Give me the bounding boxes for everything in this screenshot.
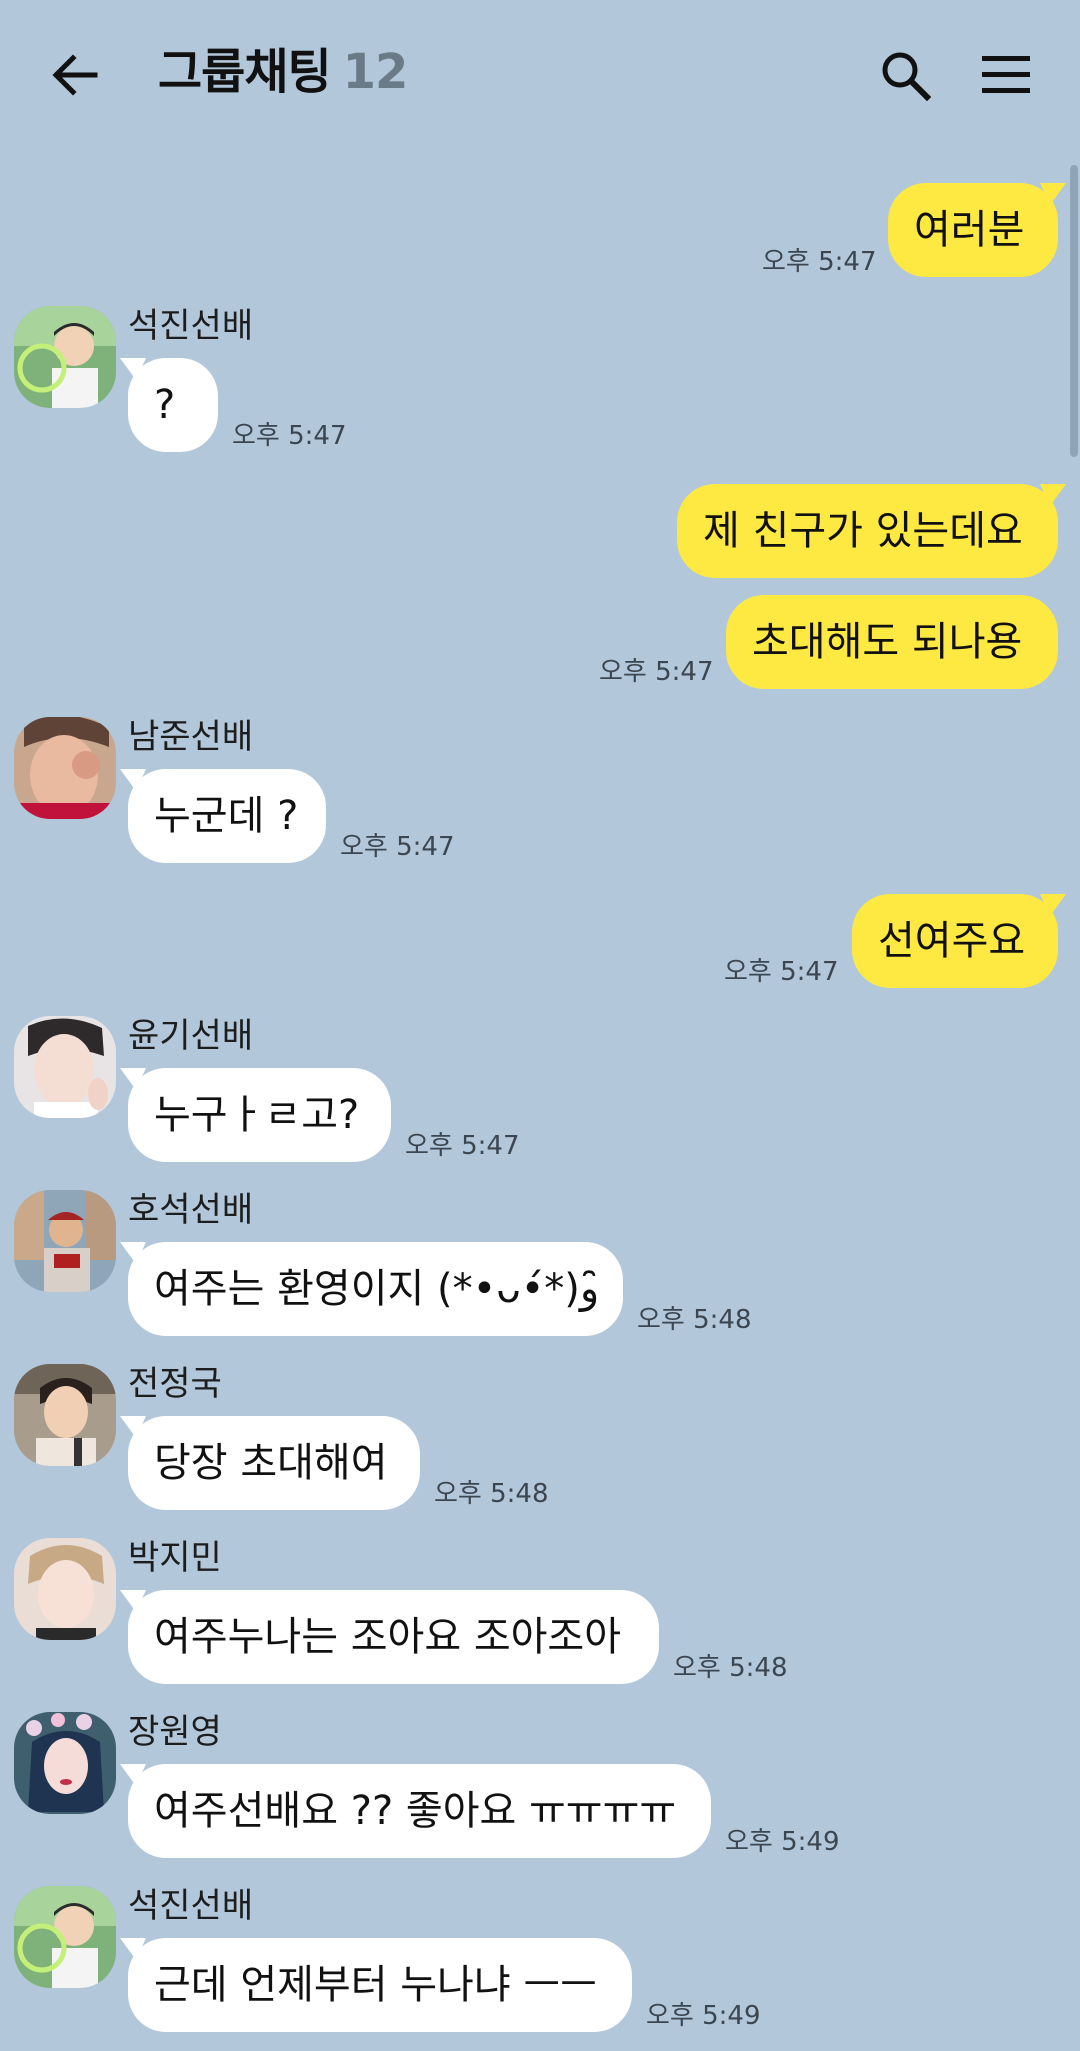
message-time: 오후 5:47 bbox=[405, 1131, 520, 1161]
profile-photo bbox=[14, 1886, 116, 1988]
bubble-tail bbox=[120, 1764, 146, 1786]
profile-photo bbox=[14, 1016, 116, 1118]
their-message-bubble[interactable]: 누군데 ? bbox=[128, 769, 326, 863]
message-time: 오후 5:49 bbox=[725, 1827, 840, 1857]
their-message-bubble[interactable]: 당장 초대해여 bbox=[128, 1416, 420, 1510]
bubble-tail bbox=[120, 358, 146, 380]
message-time: 오후 5:47 bbox=[232, 421, 347, 451]
avatar[interactable] bbox=[14, 717, 116, 819]
hamburger-menu-icon bbox=[982, 56, 1030, 93]
sender-name: 박지민 bbox=[128, 1538, 222, 1578]
scrollbar[interactable] bbox=[1070, 165, 1078, 457]
profile-photo bbox=[14, 306, 116, 408]
bubble-tail bbox=[1040, 484, 1066, 506]
message-text: 초대해도 되나용 bbox=[752, 619, 1023, 665]
sender-name: 윤기선배 bbox=[128, 1016, 254, 1056]
message-text: 선여주요 bbox=[878, 918, 1026, 964]
avatar[interactable] bbox=[14, 306, 116, 408]
chat-title: 그룹채팅 12 bbox=[158, 42, 409, 102]
menu-button[interactable] bbox=[970, 40, 1042, 110]
bubble-tail bbox=[1040, 183, 1066, 205]
message-time: 오후 5:47 bbox=[762, 247, 877, 277]
message-text: 당장 초대해여 bbox=[154, 1440, 388, 1486]
their-message-bubble[interactable]: 누구ㅏㄹ고? bbox=[128, 1068, 391, 1162]
sender-name: 호석선배 bbox=[128, 1190, 254, 1230]
my-message-bubble[interactable]: 선여주요 bbox=[852, 894, 1058, 988]
message-time: 오후 5:47 bbox=[599, 657, 714, 687]
profile-photo bbox=[14, 1364, 116, 1466]
message-text: 여주누나는 조아요 조아조아 bbox=[154, 1614, 622, 1660]
avatar[interactable] bbox=[14, 1538, 116, 1640]
message-text: 여러분 bbox=[914, 207, 1025, 253]
chat-room-name: 그룹채팅 bbox=[158, 44, 332, 100]
message-time: 오후 5:48 bbox=[434, 1479, 549, 1509]
avatar[interactable] bbox=[14, 1886, 116, 1988]
their-message-bubble[interactable]: 여주선배요 ?? 좋아요 ㅠㅠㅠㅠ bbox=[128, 1764, 711, 1858]
arrow-left-icon bbox=[52, 54, 98, 96]
profile-photo bbox=[14, 1538, 116, 1640]
my-message-bubble[interactable]: 초대해도 되나용 bbox=[726, 595, 1058, 689]
avatar[interactable] bbox=[14, 1364, 116, 1466]
sender-name: 전정국 bbox=[128, 1364, 222, 1404]
search-button[interactable] bbox=[870, 40, 940, 110]
avatar[interactable] bbox=[14, 1190, 116, 1292]
message-text: 여주는 환영이지 (*•ᴗ•́*)و ̑̑ bbox=[154, 1266, 612, 1312]
profile-photo bbox=[14, 1190, 116, 1292]
my-message-bubble[interactable]: 제 친구가 있는데요 bbox=[677, 484, 1058, 578]
bubble-tail bbox=[120, 1068, 146, 1090]
their-message-bubble[interactable]: 근데 언제부터 누나냐 ㅡㅡ bbox=[128, 1938, 632, 2032]
member-count: 12 bbox=[342, 44, 409, 100]
bubble-tail bbox=[120, 1938, 146, 1960]
back-button[interactable] bbox=[40, 40, 110, 110]
chat-header: 그룹채팅 12 bbox=[0, 0, 1080, 150]
message-time: 오후 5:47 bbox=[724, 957, 839, 987]
message-time: 오후 5:49 bbox=[646, 2001, 761, 2031]
bubble-tail bbox=[120, 1416, 146, 1438]
their-message-bubble[interactable]: 여주누나는 조아요 조아조아 bbox=[128, 1590, 659, 1684]
message-text: 근데 언제부터 누나냐 ㅡㅡ bbox=[154, 1962, 597, 2008]
avatar[interactable] bbox=[14, 1712, 116, 1814]
message-text: ? bbox=[154, 382, 176, 428]
avatar[interactable] bbox=[14, 1016, 116, 1118]
message-time: 오후 5:48 bbox=[673, 1653, 788, 1683]
profile-photo bbox=[14, 1712, 116, 1814]
message-text: 누구ㅏㄹ고? bbox=[154, 1092, 360, 1138]
sender-name: 장원영 bbox=[128, 1712, 222, 1752]
message-time: 오후 5:48 bbox=[637, 1305, 752, 1335]
sender-name: 석진선배 bbox=[128, 1886, 254, 1926]
my-message-bubble[interactable]: 여러분 bbox=[888, 183, 1058, 277]
bubble-tail bbox=[120, 1242, 146, 1264]
sender-name: 석진선배 bbox=[128, 306, 254, 346]
bubble-tail bbox=[120, 769, 146, 791]
sender-name: 남준선배 bbox=[128, 717, 254, 757]
bubble-tail bbox=[120, 1590, 146, 1612]
profile-photo bbox=[14, 717, 116, 819]
message-time: 오후 5:47 bbox=[340, 832, 455, 862]
search-icon bbox=[882, 52, 931, 101]
message-text: 누군데 ? bbox=[154, 793, 299, 839]
message-text: 제 친구가 있는데요 bbox=[703, 508, 1023, 554]
message-text: 여주선배요 ?? 좋아요 ㅠㅠㅠㅠ bbox=[154, 1788, 677, 1834]
their-message-bubble[interactable]: 여주는 환영이지 (*•ᴗ•́*)و ̑̑ bbox=[128, 1242, 623, 1336]
bubble-tail bbox=[1040, 894, 1066, 916]
chat-screen: 그룹채팅 12 여러분 오후 5:47 석진선배 ? 오후 5:47 제 친구가… bbox=[0, 0, 1080, 2051]
